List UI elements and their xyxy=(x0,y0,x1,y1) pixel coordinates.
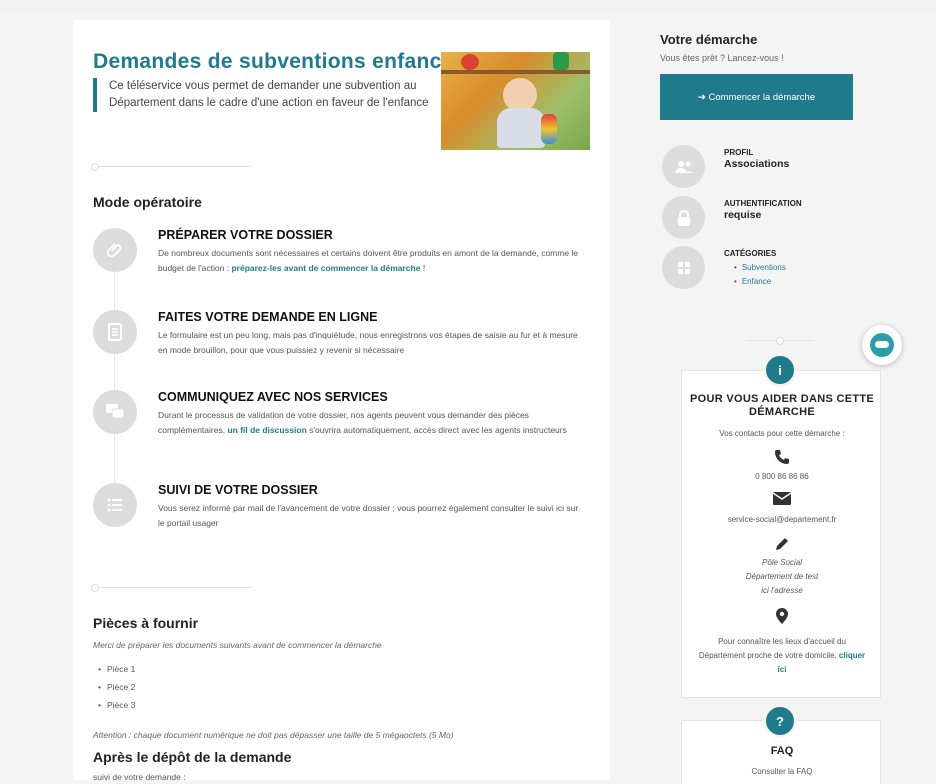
paperclip-icon xyxy=(93,228,137,272)
step-title: SUIVI DE VOTRE DOSSIER xyxy=(158,483,318,497)
step-title: COMMUNIQUEZ AVEC NOS SERVICES xyxy=(158,390,388,404)
categories-list: Subventions Enfance xyxy=(734,263,786,291)
list-item: Pièce 1 xyxy=(98,664,135,682)
help-title: POUR VOUS AIDER DANS CETTE DÉMARCHE xyxy=(689,393,875,418)
section-divider xyxy=(91,163,253,171)
pieces-title: Pièces à fournir xyxy=(93,615,199,631)
address-block: Pôle Social Département de test ici l'ad… xyxy=(745,558,819,595)
intro-text: Ce téléservice vous permet de demander u… xyxy=(93,78,433,112)
form-icon xyxy=(93,310,137,354)
step-description: Durant le processus de validation de vot… xyxy=(158,410,567,435)
help-subtitle: Vos contacts pour cette démarche : xyxy=(719,429,845,438)
faq-link[interactable]: Consulter la FAQ xyxy=(682,767,882,776)
lock-icon xyxy=(662,196,705,239)
auth-info: AUTHENTIFICATION requise xyxy=(662,196,862,240)
mode-operatoire-title: Mode opératoire xyxy=(93,194,202,210)
step-title: PRÉPARER VOTRE DOSSIER xyxy=(158,228,333,242)
hero-image xyxy=(441,52,590,150)
pieces-list: Pièce 1 Pièce 2 Pièce 3 xyxy=(98,664,135,718)
sidebar-subtitle: Vous êtes prêt ? Lancez-vous ! xyxy=(660,53,784,63)
section-divider xyxy=(745,337,815,345)
prepare-documents-link[interactable]: préparez-les avant de commencer la démar… xyxy=(231,263,420,273)
email-address[interactable]: service-social@departement.fr xyxy=(682,513,882,527)
step-description: Vous serez informé par mail de l'avancem… xyxy=(158,503,579,528)
page-title: Demandes de subventions enfance xyxy=(93,50,454,73)
map-pin-icon xyxy=(682,608,882,628)
categories-label: CATÉGORIES xyxy=(724,249,777,258)
chatbot-button[interactable] xyxy=(862,325,902,365)
info-icon: i xyxy=(763,353,797,387)
auth-label: AUTHENTIFICATION xyxy=(724,199,802,208)
category-link[interactable]: Subventions xyxy=(734,263,786,277)
help-card: POUR VOUS AIDER DANS CETTE DÉMARCHE Vos … xyxy=(681,370,881,698)
profil-info: PROFIL Associations xyxy=(662,145,862,189)
start-demarche-button[interactable]: ➔ Commencer la démarche xyxy=(660,74,853,120)
envelope-icon xyxy=(682,492,882,509)
grid-icon xyxy=(662,246,705,289)
attention-note: Attention : chaque document numérique ne… xyxy=(93,730,454,740)
chat-icon xyxy=(93,390,137,434)
timeline-line xyxy=(114,250,115,520)
list-item: Pièce 2 xyxy=(98,682,135,700)
phone-icon xyxy=(682,449,882,469)
pieces-intro: Merci de préparer les documents suivants… xyxy=(93,640,382,650)
users-icon xyxy=(662,145,705,188)
auth-value: requise xyxy=(724,209,762,221)
step-description: Le formulaire est un peu long, mais pas … xyxy=(158,330,578,355)
location-text: Pour connaître les lieux d'accueil du Dé… xyxy=(698,637,866,674)
list-icon xyxy=(93,483,137,527)
main-content-card: Demandes de subventions enfance Ce télés… xyxy=(73,20,610,780)
robot-icon xyxy=(870,333,894,357)
profil-label: PROFIL xyxy=(724,148,754,157)
discussion-thread-link[interactable]: un fil de discussion xyxy=(227,425,306,435)
apres-depot-title: Après le dépôt de la demande xyxy=(93,749,292,765)
question-icon: ? xyxy=(763,704,797,738)
step-description: De nombreux documents sont nécessaires e… xyxy=(158,248,579,273)
section-divider xyxy=(91,584,253,592)
phone-number[interactable]: 0 800 86 86 86 xyxy=(682,470,882,484)
list-item: Pièce 3 xyxy=(98,700,135,718)
sidebar-title: Votre démarche xyxy=(660,32,758,47)
profil-value: Associations xyxy=(724,158,790,170)
category-link[interactable]: Enfance xyxy=(734,277,786,291)
step-title: FAITES VOTRE DEMANDE EN LIGNE xyxy=(158,310,378,324)
faq-title: FAQ xyxy=(770,745,794,757)
pencil-icon xyxy=(682,536,882,556)
apres-depot-text: suivi de votre demande : xyxy=(93,772,186,780)
